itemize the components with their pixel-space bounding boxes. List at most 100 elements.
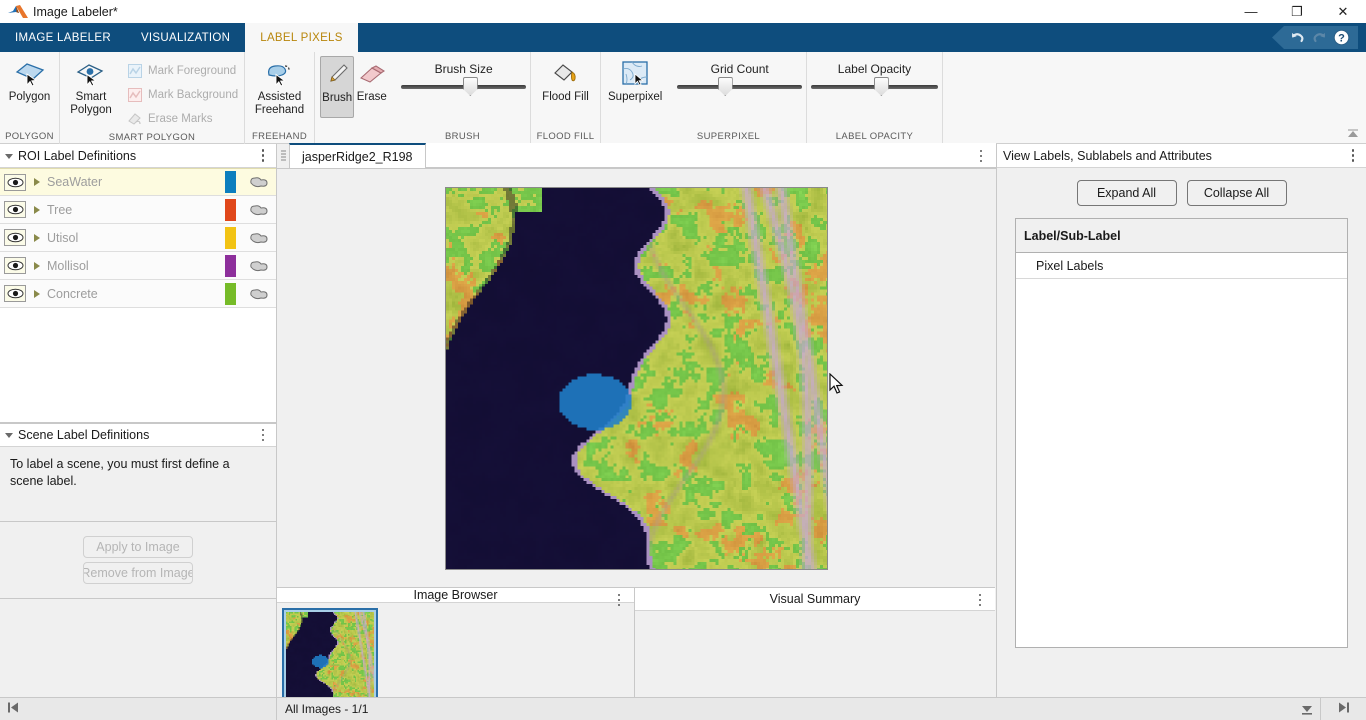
table-row[interactable]: Pixel Labels — [1016, 253, 1347, 279]
ribbon-group-title-brush: BRUSH — [315, 130, 530, 144]
pixel-label-icon — [246, 287, 272, 301]
eye-icon[interactable] — [4, 257, 26, 274]
all-images-count: All Images - 1/1 — [285, 702, 368, 716]
roi-label-list: SeaWater Tree — [0, 168, 276, 423]
visual-summary-kebab-menu-icon[interactable] — [971, 590, 989, 610]
roi-row-mollisol[interactable]: Mollisol — [0, 252, 276, 280]
close-glyph: ✕ — [1338, 4, 1349, 20]
caret-right-icon[interactable] — [30, 233, 43, 243]
eye-icon[interactable] — [4, 174, 26, 191]
grid-count-slider[interactable]: Grid Count — [673, 56, 806, 89]
help-icon[interactable]: ? — [1330, 28, 1352, 47]
caret-right-icon[interactable] — [30, 289, 43, 299]
eye-icon[interactable] — [4, 229, 26, 246]
mark-background-icon — [126, 87, 143, 104]
superpixel-button[interactable]: Superpixel — [607, 56, 663, 104]
polygon-button[interactable]: Polygon — [1, 56, 59, 104]
roi-label-definitions-header: ROI Label Definitions — [0, 144, 276, 168]
brush-size-thumb[interactable] — [463, 77, 478, 96]
eye-icon[interactable] — [4, 285, 26, 302]
expand-down-icon[interactable] — [1300, 703, 1314, 716]
roi-row-seawater[interactable]: SeaWater — [0, 168, 276, 196]
scene-panel-kebab-menu-icon[interactable] — [254, 425, 272, 445]
roi-row-utisol[interactable]: Utisol — [0, 224, 276, 252]
label-sublabel-column-header: Label/Sub-Label — [1016, 219, 1347, 253]
erase-button[interactable]: Erase — [354, 56, 389, 104]
image-browser-body — [277, 603, 634, 709]
tab-label-pixels[interactable]: LABEL PIXELS — [245, 23, 357, 52]
labeled-image[interactable] — [445, 187, 828, 570]
roi-label-name: SeaWater — [43, 175, 225, 189]
drag-grip-icon[interactable] — [277, 143, 289, 168]
smart-polygon-button[interactable]: Smart Polygon — [60, 56, 122, 117]
main-workspace: ROI Label Definitions SeaWater — [0, 144, 1366, 697]
caret-down-icon[interactable] — [0, 151, 18, 161]
tab-visualization[interactable]: VISUALIZATION — [126, 23, 245, 52]
roi-label-name: Mollisol — [43, 259, 225, 273]
ribbon-group-brush: Brush Erase Brush Size — [315, 52, 531, 144]
jasperridge2-r198-thumbnail[interactable] — [286, 612, 374, 700]
hyperspectral-image-canvas[interactable] — [446, 188, 828, 570]
collapse-ribbon-icon[interactable] — [1344, 126, 1362, 142]
smart-polygon-label: Smart Polygon — [70, 91, 112, 117]
bottom-docks: Image Browser Visual Summary — [277, 587, 996, 697]
polygon-icon — [13, 59, 47, 89]
ribbon-group-title-label-opacity: LABEL OPACITY — [807, 130, 942, 144]
pixel-label-icon — [246, 175, 272, 189]
caret-right-icon[interactable] — [30, 261, 43, 271]
caret-right-icon[interactable] — [30, 205, 43, 215]
image-canvas-area[interactable] — [277, 169, 996, 587]
label-opacity-track[interactable] — [811, 85, 938, 89]
restore-icon[interactable]: ❐ — [1274, 0, 1320, 23]
assisted-freehand-icon — [263, 59, 297, 89]
brush-button[interactable]: Brush — [320, 56, 354, 118]
roi-panel-title: ROI Label Definitions — [18, 149, 254, 163]
collapse-all-button[interactable]: Collapse All — [1187, 180, 1287, 206]
document-tab-bar: jasperRidge2_R198 — [277, 144, 996, 169]
document-tab-filler — [426, 143, 997, 168]
caret-right-icon[interactable] — [30, 177, 43, 187]
center-panel: jasperRidge2_R198 Image Browser — [277, 144, 996, 697]
brush-size-slider[interactable]: Brush Size — [397, 56, 530, 89]
ribbon-group-title-freehand: FREEHAND — [245, 130, 314, 144]
status-bar-message: All Images - 1/1 — [277, 698, 1320, 720]
erase-marks-label: Erase Marks — [148, 113, 213, 125]
roi-panel-kebab-menu-icon[interactable] — [254, 146, 272, 166]
close-icon[interactable]: ✕ — [1320, 0, 1366, 23]
label-opacity-slider[interactable]: Label Opacity — [807, 56, 942, 89]
grid-count-label: Grid Count — [673, 62, 806, 76]
tab-image-labeler[interactable]: IMAGE LABELER — [0, 23, 126, 52]
roi-color-swatch — [225, 255, 236, 277]
roi-row-tree[interactable]: Tree — [0, 196, 276, 224]
svg-text:?: ? — [1338, 33, 1345, 45]
eraser-icon — [357, 59, 387, 89]
grid-count-track[interactable] — [677, 85, 802, 89]
image-thumbnail-item[interactable] — [282, 608, 378, 704]
canvas-kebab-menu-icon[interactable] — [972, 146, 990, 166]
label-opacity-thumb[interactable] — [874, 77, 889, 96]
grid-count-thumb[interactable] — [718, 77, 733, 96]
flood-fill-button[interactable]: Flood Fill — [533, 56, 599, 104]
smart-polygon-icon — [74, 59, 108, 89]
right-panel: View Labels, Sublabels and Attributes Ex… — [996, 144, 1366, 697]
undo-icon[interactable] — [1286, 28, 1308, 47]
right-panel-kebab-menu-icon[interactable] — [1344, 146, 1362, 166]
mark-background-button: Mark Background — [122, 83, 242, 107]
label-opacity-label: Label Opacity — [807, 62, 942, 76]
brush-size-track[interactable] — [401, 85, 526, 89]
roi-row-concrete[interactable]: Concrete — [0, 280, 276, 308]
minimize-icon[interactable]: — — [1228, 0, 1274, 23]
image-browser-kebab-menu-icon[interactable] — [610, 590, 628, 610]
expand-all-button[interactable]: Expand All — [1077, 180, 1177, 206]
document-tab-jasperridge2-r198[interactable]: jasperRidge2_R198 — [289, 143, 426, 168]
skip-to-end-icon[interactable] — [1337, 701, 1351, 717]
superpixel-icon — [620, 59, 650, 89]
mark-foreground-label: Mark Foreground — [148, 65, 236, 77]
roi-color-swatch — [225, 283, 236, 305]
skip-to-start-icon[interactable] — [6, 701, 20, 717]
scene-panel-title: Scene Label Definitions — [18, 428, 254, 442]
assisted-freehand-button[interactable]: Assisted Freehand — [246, 56, 314, 117]
brush-icon — [323, 60, 351, 90]
eye-icon[interactable] — [4, 201, 26, 218]
caret-down-icon[interactable] — [0, 430, 18, 440]
